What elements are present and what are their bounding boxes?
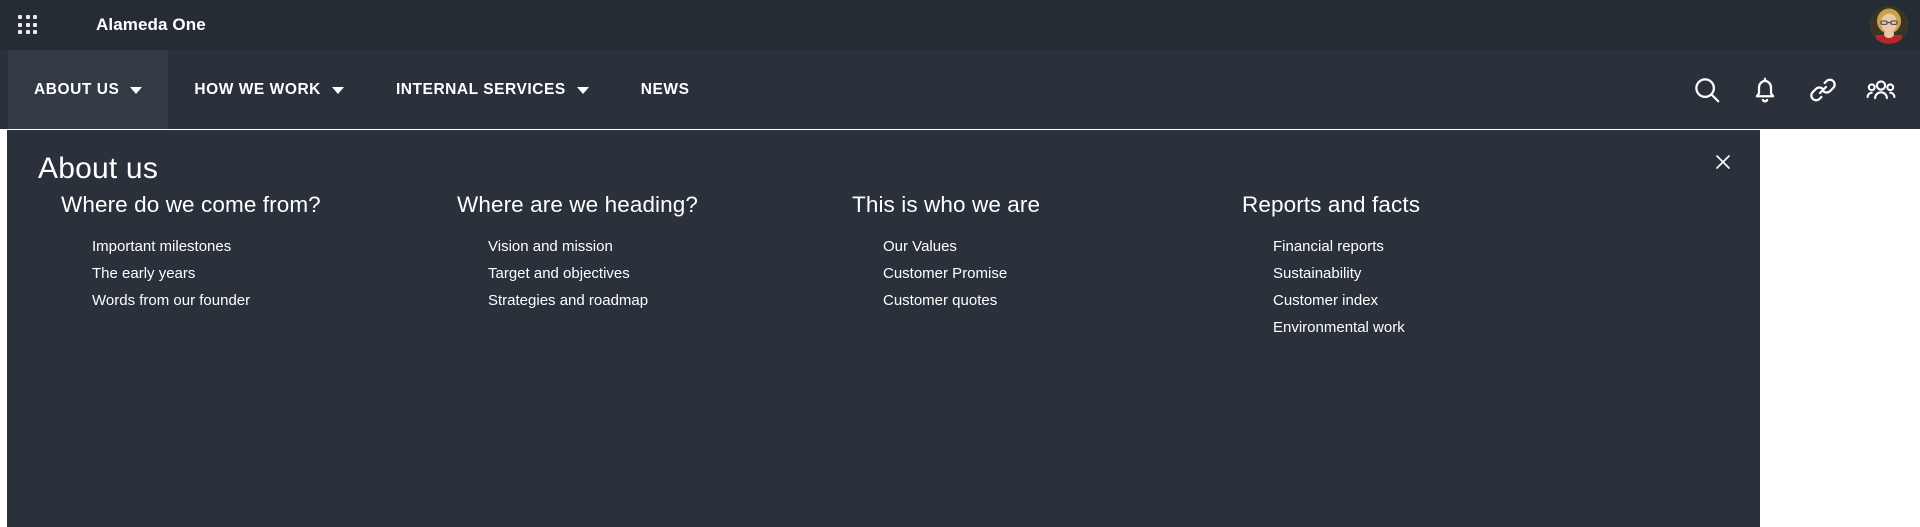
user-avatar-icon [1870, 6, 1908, 44]
nav-item-label: NEWS [640, 80, 690, 98]
grid-dot [25, 30, 30, 35]
menu-column-heading[interactable]: Where do we come from? [61, 192, 407, 218]
menu-link[interactable]: Target and objectives [488, 260, 803, 287]
grid-dot [25, 15, 30, 19]
nav-item-about-us[interactable]: ABOUT US [8, 50, 169, 129]
menu-link[interactable]: Vision and mission [488, 233, 803, 260]
menu-link[interactable]: Customer Promise [883, 260, 1198, 287]
menu-column-links: Our Values Customer Promise Customer quo… [883, 233, 1198, 314]
grid-dot [18, 30, 22, 35]
menu-link[interactable]: The early years [92, 260, 407, 287]
grid-dot [33, 15, 38, 19]
nav-item-how-we-work[interactable]: HOW WE WORK [168, 50, 370, 129]
brand-title[interactable]: Alameda One [96, 15, 206, 35]
menu-column-heading[interactable]: Reports and facts [1242, 192, 1588, 218]
main-navigation-bar: ABOUT US HOW WE WORK INTERNAL SERVICES N… [0, 50, 1920, 129]
page-left-margin [0, 130, 7, 527]
menu-column-links: Vision and mission Target and objectives… [488, 233, 803, 314]
bell-icon[interactable] [1750, 75, 1780, 105]
search-icon[interactable] [1692, 75, 1722, 105]
grid-dot [33, 22, 38, 27]
grid-dot [33, 30, 38, 35]
menu-column-where-do-we-come-from: Where do we come from? Important milesto… [61, 192, 407, 341]
nav-item-label: INTERNAL SERVICES [395, 80, 566, 98]
chevron-down-icon [331, 87, 344, 94]
menu-column-heading[interactable]: This is who we are [852, 192, 1198, 218]
nav-item-news[interactable]: NEWS [615, 50, 716, 129]
menu-link[interactable]: Financial reports [1273, 233, 1588, 260]
menu-column-heading[interactable]: Where are we heading? [457, 192, 803, 218]
people-icon[interactable] [1866, 75, 1896, 105]
menu-column-reports-and-facts: Reports and facts Financial reports Sust… [1242, 192, 1588, 341]
menu-link[interactable]: Customer index [1273, 287, 1588, 314]
menu-link[interactable]: Customer quotes [883, 287, 1198, 314]
nav-item-label: HOW WE WORK [194, 80, 321, 98]
menu-link[interactable]: Our Values [883, 233, 1198, 260]
menu-link[interactable]: Sustainability [1273, 260, 1588, 287]
menu-link[interactable]: Words from our founder [92, 287, 407, 314]
grid-dot [18, 15, 22, 19]
about-us-mega-menu-panel: About us Where do we come from? Importan… [7, 130, 1760, 527]
menu-column-where-are-we-heading: Where are we heading? Vision and mission… [457, 192, 803, 341]
nav-item-internal-services[interactable]: INTERNAL SERVICES [370, 50, 615, 129]
menu-link[interactable]: Environmental work [1273, 314, 1588, 341]
link-icon[interactable] [1808, 75, 1838, 105]
nav-items: ABOUT US HOW WE WORK INTERNAL SERVICES N… [0, 50, 715, 129]
menu-column-links: Important milestones The early years Wor… [92, 233, 407, 314]
menu-columns: Where do we come from? Important milesto… [7, 192, 1760, 341]
nav-icon-group [1692, 50, 1896, 129]
app-screen: Alameda One ABOUT US HOW WE WORK INTERNA… [0, 0, 1920, 527]
chevron-down-icon [576, 87, 589, 94]
avatar[interactable] [1870, 6, 1908, 44]
page-title: About us [38, 152, 159, 185]
menu-link[interactable]: Important milestones [92, 233, 407, 260]
grid-apps-icon[interactable] [14, 11, 42, 39]
grid-dot [18, 22, 22, 27]
nav-item-label: ABOUT US [34, 80, 120, 98]
chevron-down-icon [130, 87, 143, 94]
top-utility-bar: Alameda One [0, 0, 1920, 50]
menu-column-this-is-who-we-are: This is who we are Our Values Customer P… [852, 192, 1198, 341]
menu-column-links: Financial reports Sustainability Custome… [1273, 233, 1588, 341]
close-icon[interactable] [1708, 147, 1738, 177]
menu-link[interactable]: Strategies and roadmap [488, 287, 803, 314]
grid-dot [25, 22, 30, 27]
